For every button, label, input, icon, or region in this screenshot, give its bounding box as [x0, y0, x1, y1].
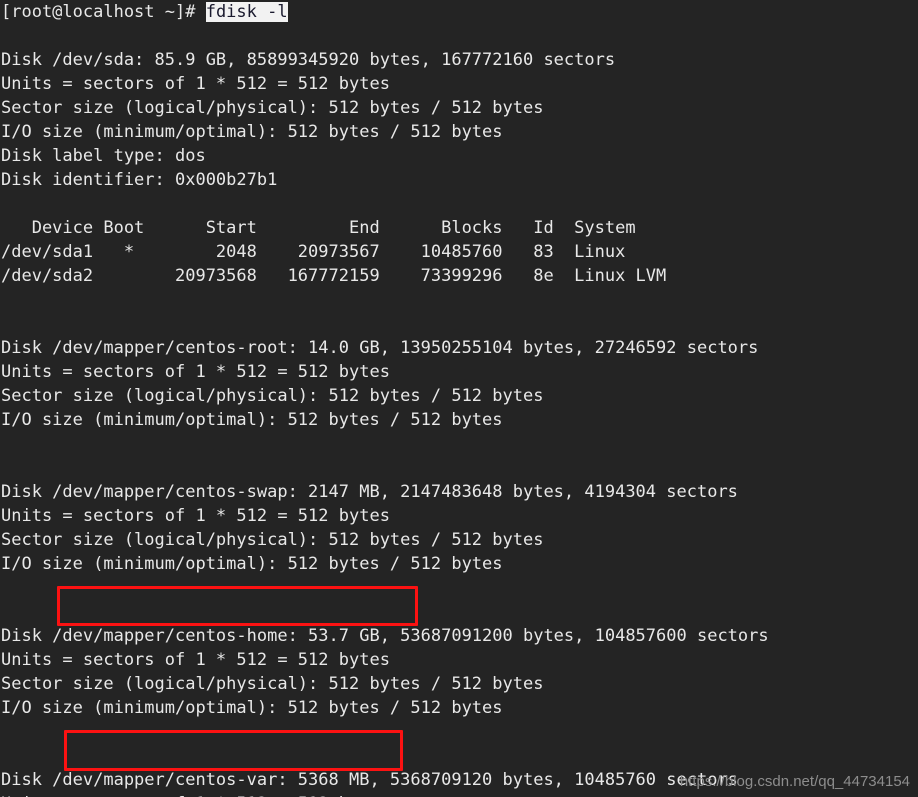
output-line-units: Units = sectors of 1 * 512 = 512 bytes: [1, 506, 390, 526]
prompt-line: [root@localhost ~]# fdisk -l: [0, 0, 918, 24]
terminal-screen: [root@localhost ~]# fdisk -l Disk /dev/s…: [0, 0, 918, 797]
output-line-disk-sda: Disk /dev/sda: 85.9 GB, 85899345920 byte…: [1, 50, 616, 70]
output-line-disk-centos-root: Disk /dev/mapper/centos-root: 14.0 GB, 1…: [1, 338, 759, 358]
output-line-sector-size: Sector size (logical/physical): 512 byte…: [1, 530, 544, 550]
table-row: /dev/sda1 * 2048 20973567 10485760 83 Li…: [1, 242, 626, 262]
output-line-sector-size: Sector size (logical/physical): 512 byte…: [1, 386, 544, 406]
output-line-io-size: I/O size (minimum/optimal): 512 bytes / …: [1, 410, 503, 430]
output-line-sector-size: Sector size (logical/physical): 512 byte…: [1, 674, 544, 694]
watermark-url: https://blog.csdn.net/qq_44734154: [679, 773, 910, 790]
shell-prompt: [root@localhost ~]#: [1, 2, 206, 22]
output-line-sector-size: Sector size (logical/physical): 512 byte…: [1, 98, 544, 118]
output-line-disk-centos-swap: Disk /dev/mapper/centos-swap: 2147 MB, 2…: [1, 482, 738, 502]
output-line-units: Units = sectors of 1 * 512 = 512 bytes: [1, 650, 390, 670]
terminal-window[interactable]: [root@localhost ~]# fdisk -l Disk /dev/s…: [0, 0, 918, 797]
table-row: /dev/sda2 20973568 167772159 73399296 8e…: [1, 266, 667, 286]
output-line-disk-identifier: Disk identifier: 0x000b27b1: [1, 170, 278, 190]
output-line-units: Units = sectors of 1 * 512 = 512 bytes: [1, 362, 390, 382]
output-line-disk-centos-home: Disk /dev/mapper/centos-home: 53.7 GB, 5…: [1, 626, 769, 646]
output-line-io-size: I/O size (minimum/optimal): 512 bytes / …: [1, 122, 503, 142]
partition-table-header: Device Boot Start End Blocks Id System: [1, 218, 636, 238]
output-line-disk-label-type: Disk label type: dos: [1, 146, 206, 166]
output-line-io-size: I/O size (minimum/optimal): 512 bytes / …: [1, 554, 503, 574]
command-input-selected[interactable]: fdisk -l: [205, 2, 288, 22]
output-line-units: Units = sectors of 1 * 512 = 512 bytes: [1, 74, 390, 94]
output-line-io-size: I/O size (minimum/optimal): 512 bytes / …: [1, 698, 503, 718]
